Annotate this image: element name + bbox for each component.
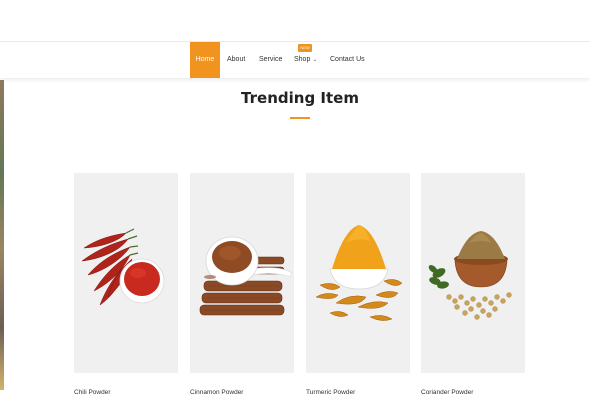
nav-about[interactable]: About <box>227 42 245 78</box>
nav-contact-label: Contact Us <box>330 56 365 63</box>
section-title: Trending Item <box>241 89 359 107</box>
nav-service-label: Service <box>259 56 283 63</box>
nav-shop-label: Shop <box>294 56 311 63</box>
product-card-coriander[interactable] <box>421 173 525 373</box>
product-card-turmeric[interactable] <box>306 173 410 373</box>
top-header-strip <box>0 0 590 42</box>
new-badge: NEW <box>298 44 312 52</box>
cinnamon-powder-image <box>199 236 293 316</box>
left-edge-background-image <box>0 80 4 390</box>
product-card-cinnamon[interactable] <box>190 173 294 373</box>
chili-powder-image <box>81 228 165 306</box>
nav-about-label: About <box>227 56 246 63</box>
product-name-turmeric[interactable]: Turmeric Powder <box>306 389 355 396</box>
chevron-down-icon: ⌄ <box>312 57 318 63</box>
nav-home[interactable]: Home <box>190 42 220 78</box>
main-navigation: Home About Service Shop ⌄ NEW Contact Us <box>0 42 590 78</box>
product-name-cinnamon[interactable]: Cinnamon Powder <box>190 389 243 396</box>
product-name-chili[interactable]: Chili Powder <box>74 389 111 396</box>
nav-contact[interactable]: Contact Us <box>330 42 365 78</box>
nav-home-label: Home <box>195 56 215 63</box>
title-underline <box>290 117 310 119</box>
nav-service[interactable]: Service <box>259 42 282 78</box>
turmeric-powder-image <box>315 225 403 321</box>
product-name-coriander[interactable]: Coriander Powder <box>421 389 473 396</box>
coriander-powder-image <box>428 231 512 320</box>
product-card-chili[interactable] <box>74 173 178 373</box>
